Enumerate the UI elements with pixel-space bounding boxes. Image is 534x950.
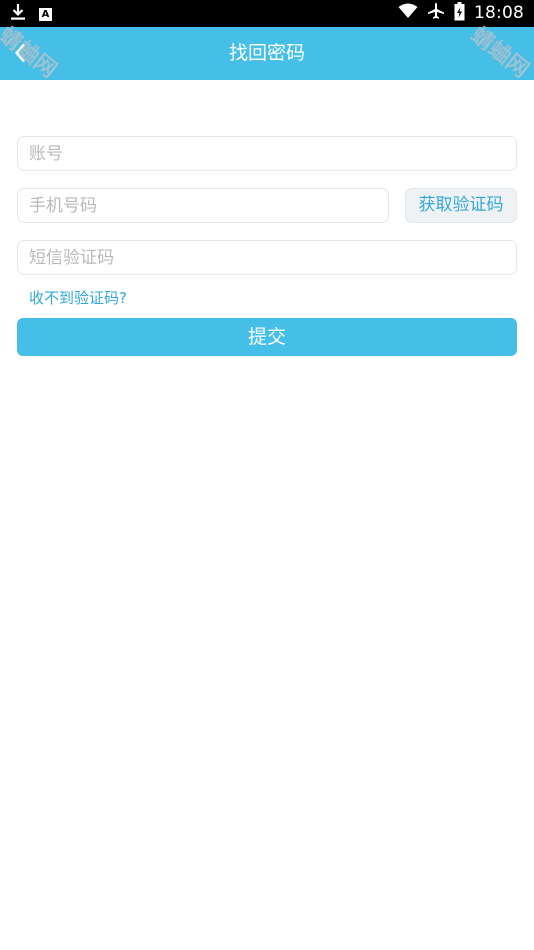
chevron-left-icon	[15, 43, 25, 63]
system-icons: 18:08	[398, 1, 524, 25]
account-input[interactable]	[29, 143, 516, 164]
no-code-link[interactable]: 收不到验证码?	[29, 287, 127, 308]
sms-code-input[interactable]	[29, 247, 516, 268]
get-code-button[interactable]: 获取验证码	[405, 188, 517, 223]
a-icon: A	[39, 7, 52, 21]
title-bar: 蜻蛐网 蜻蛐网 找回密码	[0, 23, 534, 83]
back-button[interactable]	[8, 40, 32, 66]
phone-field[interactable]	[17, 188, 389, 223]
clock: 18:08	[474, 3, 524, 23]
phone-input[interactable]	[29, 195, 388, 216]
submit-button[interactable]: 提交	[17, 318, 517, 356]
status-bar: A 18:08	[0, 0, 534, 27]
account-field[interactable]	[17, 136, 517, 171]
wifi-icon	[398, 3, 418, 23]
page-title: 找回密码	[228, 42, 305, 64]
battery-icon	[454, 1, 465, 25]
airplane-icon	[427, 2, 445, 24]
sms-code-field[interactable]	[17, 240, 517, 275]
